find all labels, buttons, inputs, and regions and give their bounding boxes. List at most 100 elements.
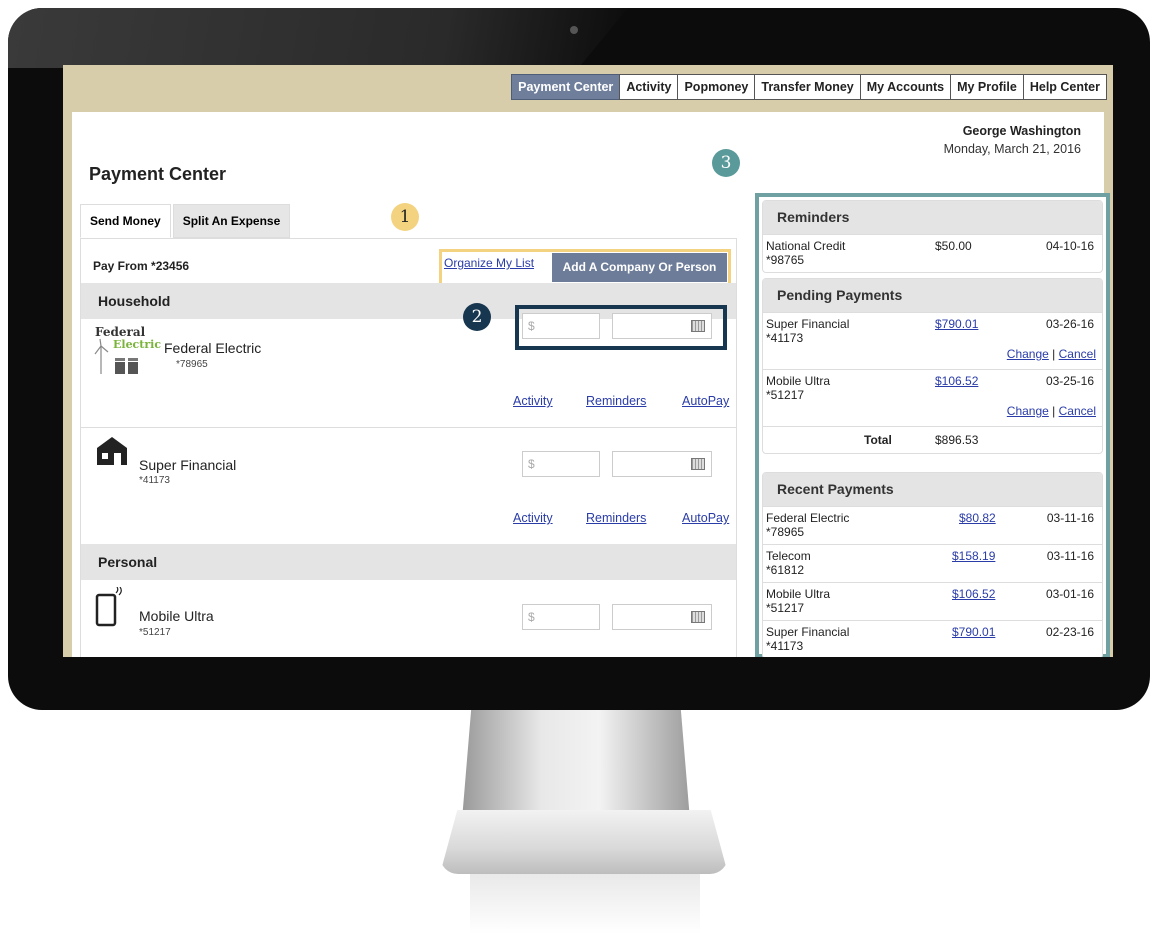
- reminders-heading: Reminders: [763, 201, 1102, 234]
- screen: Payment Center Activity Popmoney Transfe…: [63, 65, 1113, 657]
- reminders-link[interactable]: Reminders: [586, 511, 646, 525]
- monitor-stand-neck: [462, 710, 690, 820]
- pending-date: 03-26-16: [1045, 317, 1094, 331]
- reminder-payee-name: National Credit: [766, 239, 846, 253]
- recent-payee-account: *61812: [766, 563, 805, 577]
- autopay-link[interactable]: AutoPay: [682, 511, 729, 525]
- total-label: Total: [864, 433, 892, 447]
- nav-tab-help-center[interactable]: Help Center: [1022, 74, 1107, 100]
- action-separator: |: [1052, 347, 1056, 361]
- calendar-icon[interactable]: [691, 458, 705, 470]
- reminder-amount: $50.00: [935, 239, 972, 253]
- date-input[interactable]: [612, 313, 712, 339]
- recent-date: 03-11-16: [1046, 511, 1094, 525]
- recent-date: 03-11-16: [1046, 549, 1094, 563]
- page-content: George Washington Monday, March 21, 2016…: [72, 112, 1110, 657]
- camera-icon: [570, 26, 578, 34]
- autopay-link[interactable]: AutoPay: [682, 394, 729, 408]
- pay-from-label: Pay From *23456: [93, 259, 190, 273]
- organize-my-list-link[interactable]: Organize My List: [444, 256, 534, 270]
- federal-electric-logo: Federal Electric: [94, 325, 161, 374]
- payment-tabs: Send Money Split An Expense: [80, 204, 292, 238]
- pending-amount-link[interactable]: $790.01: [935, 317, 978, 331]
- action-separator: |: [1052, 404, 1056, 418]
- pending-payee-account: *51217: [766, 388, 805, 402]
- tab-split-an-expense[interactable]: Split An Expense: [172, 204, 291, 238]
- recent-payee-account: *78965: [766, 525, 805, 539]
- callout-badge-1: 1: [391, 203, 419, 231]
- payee-name[interactable]: Mobile Ultra: [139, 608, 214, 624]
- amount-input[interactable]: $: [522, 604, 600, 630]
- recent-date: 02-23-16: [1045, 625, 1094, 639]
- pending-amount-link[interactable]: $106.52: [935, 374, 978, 388]
- callout-badge-3: 3: [712, 149, 740, 177]
- reminders-link[interactable]: Reminders: [586, 394, 646, 408]
- recent-payee-name: Federal Electric: [766, 511, 850, 525]
- add-company-or-person-button[interactable]: Add A Company Or Person: [552, 253, 727, 282]
- change-link[interactable]: Change: [1007, 347, 1049, 361]
- calendar-icon[interactable]: [691, 320, 705, 332]
- date-input[interactable]: [612, 451, 712, 477]
- recent-row: Federal Electric *78965 $80.82 03-11-16: [763, 506, 1102, 544]
- recent-payments-heading: Recent Payments: [763, 473, 1102, 506]
- pending-payee-account: *41173: [766, 331, 804, 345]
- total-amount: $896.53: [935, 433, 979, 447]
- nav-tab-payment-center[interactable]: Payment Center: [511, 74, 621, 100]
- date-input[interactable]: [612, 604, 712, 630]
- recent-amount-link[interactable]: $106.52: [952, 587, 995, 601]
- pending-total-row: Total $896.53: [763, 426, 1102, 453]
- pending-row: Super Financial *41173 $790.01 03-26-16 …: [763, 312, 1102, 369]
- nav-tab-my-profile[interactable]: My Profile: [950, 74, 1024, 100]
- bezel-gloss: [8, 8, 628, 68]
- activity-link[interactable]: Activity: [513, 511, 553, 525]
- row-divider: [81, 427, 736, 428]
- payee-name[interactable]: Federal Electric: [164, 340, 261, 356]
- summary-panel-callout-3: Reminders National Credit *98765 $50.00 …: [755, 193, 1110, 657]
- reminder-row[interactable]: National Credit *98765 $50.00 04-10-16: [763, 234, 1102, 272]
- current-date: Monday, March 21, 2016: [943, 142, 1081, 156]
- pay-from-row: Pay From *23456 Organize My List Add A C…: [81, 238, 736, 286]
- reminder-date: 04-10-16: [1045, 239, 1094, 253]
- cancel-link[interactable]: Cancel: [1059, 404, 1096, 418]
- logo-text-electric: Electric: [113, 338, 161, 351]
- page-title: Payment Center: [89, 164, 227, 184]
- section-personal: Personal: [81, 544, 736, 580]
- recent-amount-link[interactable]: $80.82: [959, 511, 996, 525]
- stand-reflection: [470, 874, 700, 934]
- pending-row: Mobile Ultra *51217 $106.52 03-25-16 Cha…: [763, 369, 1102, 426]
- recent-amount-link[interactable]: $158.19: [952, 549, 995, 563]
- nav-tab-popmoney[interactable]: Popmoney: [677, 74, 756, 100]
- callout-badge-2: 2: [463, 303, 491, 331]
- change-link[interactable]: Change: [1007, 404, 1049, 418]
- payee-account: *51217: [139, 627, 171, 638]
- monitor-stand-base: [440, 810, 728, 874]
- recent-row: Mobile Ultra *51217 $106.52 03-01-16: [763, 582, 1102, 620]
- calendar-icon[interactable]: [691, 611, 705, 623]
- pending-payments-heading: Pending Payments: [763, 279, 1102, 312]
- activity-link[interactable]: Activity: [513, 394, 553, 408]
- amount-input[interactable]: $: [522, 313, 600, 339]
- recent-amount-link[interactable]: $790.01: [952, 625, 995, 639]
- pending-payee-name: Mobile Ultra: [766, 374, 831, 388]
- payee-account: *41173: [139, 475, 170, 486]
- top-nav: Payment Center Activity Popmoney Transfe…: [511, 74, 1107, 100]
- recent-row: Super Financial *41173 $790.01 02-23-16: [763, 620, 1102, 657]
- recent-payee-account: *41173: [766, 639, 804, 653]
- payee-name[interactable]: Super Financial: [139, 457, 236, 473]
- monitor-bezel: Payment Center Activity Popmoney Transfe…: [8, 8, 1150, 710]
- pending-actions: Change | Cancel: [1007, 404, 1096, 418]
- tab-send-money[interactable]: Send Money: [80, 204, 171, 238]
- cancel-link[interactable]: Cancel: [1059, 347, 1096, 361]
- recent-payee-name: Mobile Ultra: [766, 587, 831, 601]
- pending-payments-panel: Pending Payments Super Financial *41173 …: [762, 278, 1103, 454]
- nav-tab-my-accounts[interactable]: My Accounts: [859, 74, 952, 100]
- pending-date: 03-25-16: [1045, 374, 1094, 388]
- payee-account: *78965: [176, 359, 208, 370]
- nav-tab-transfer-money[interactable]: Transfer Money: [754, 74, 861, 100]
- recent-row: Telecom *61812 $158.19 03-11-16: [763, 544, 1102, 582]
- recent-payee-name: Telecom: [766, 549, 811, 563]
- nav-tab-activity[interactable]: Activity: [619, 74, 679, 100]
- recent-date: 03-01-16: [1045, 587, 1094, 601]
- amount-input[interactable]: $: [522, 451, 600, 477]
- pending-payee-name: Super Financial: [766, 317, 850, 331]
